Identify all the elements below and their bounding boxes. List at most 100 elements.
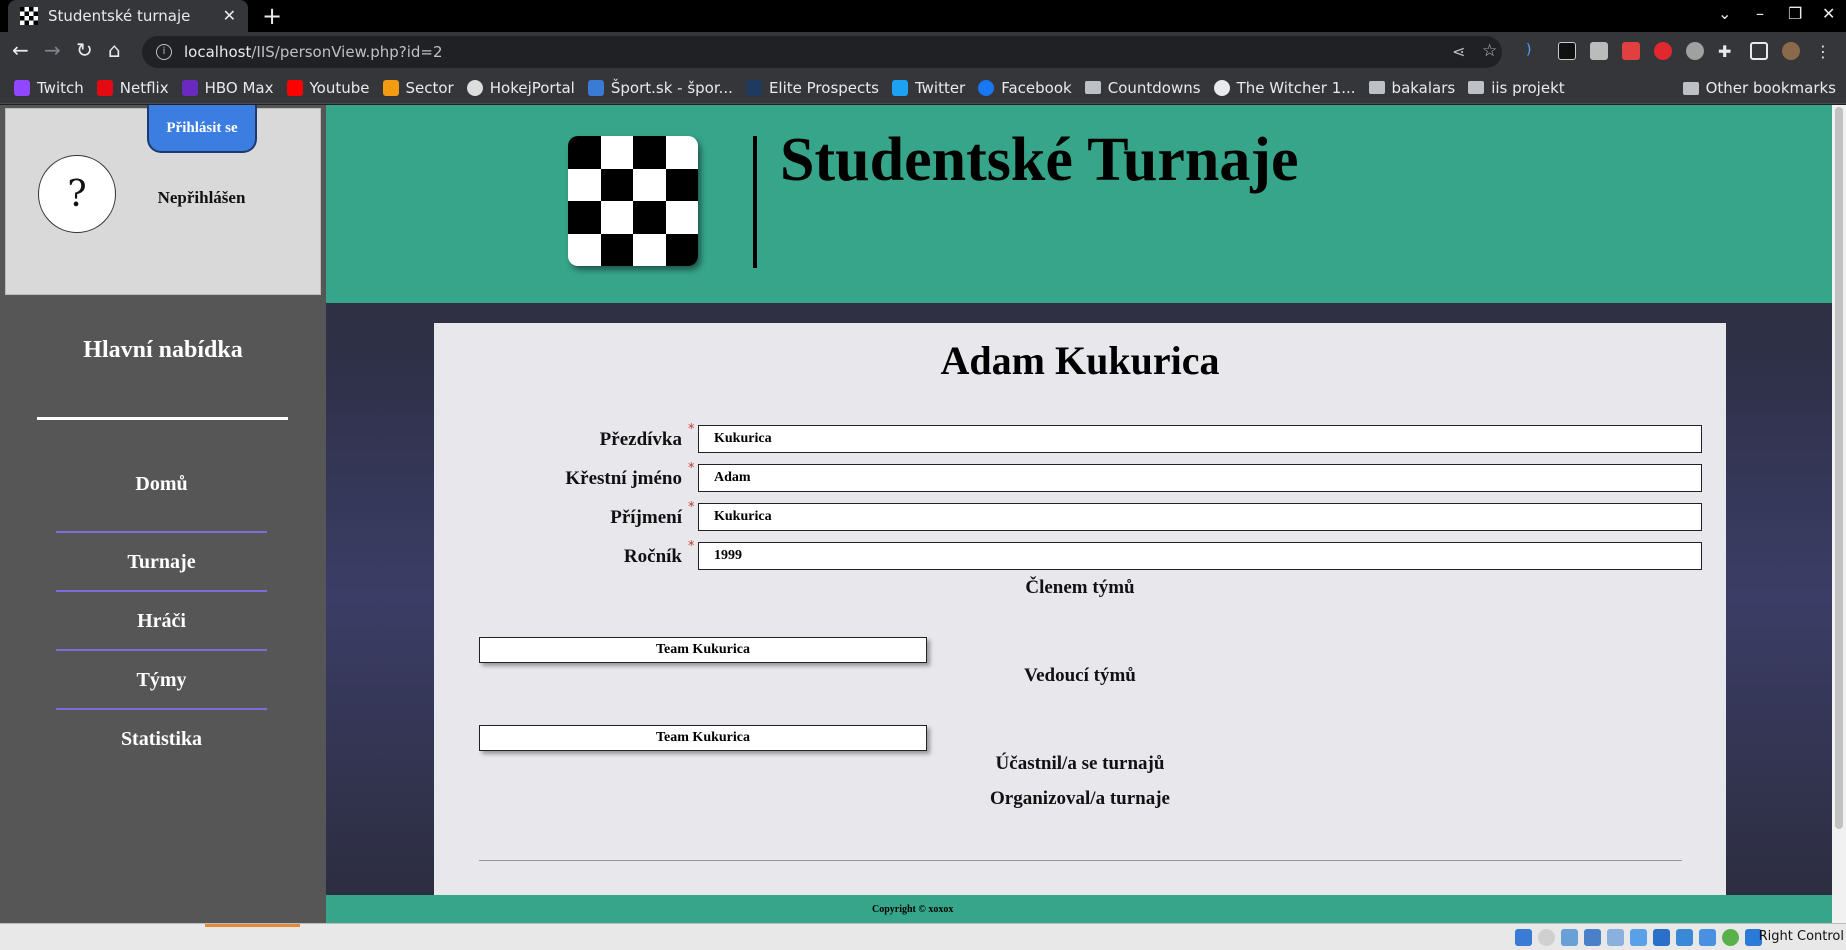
address-bar[interactable]: i localhost/IIS/personView.php?id=2 ⋖ ☆	[142, 36, 1502, 68]
last-name-label: Příjmení	[610, 507, 682, 528]
bookmark-twitch[interactable]: Twitch	[14, 79, 84, 97]
shared-folders-icon[interactable]	[1630, 929, 1647, 946]
reload-icon[interactable]: ↻	[76, 40, 93, 60]
optical-drive-icon[interactable]	[1538, 929, 1555, 946]
birth-year-field[interactable]: 1999	[698, 542, 1702, 570]
extension-wifi-icon[interactable]: )	[1526, 42, 1544, 60]
bookmark-sector[interactable]: Sector	[382, 79, 454, 97]
menu-separator	[56, 708, 267, 710]
site-title: Studentské Turnaje	[780, 126, 1299, 194]
leader-team-button[interactable]: Team Kukurica	[479, 725, 927, 751]
bookmark-sport-sk[interactable]: Šport.sk - špor...	[587, 79, 733, 97]
bookmark-folder-countdowns[interactable]: Countdowns	[1084, 79, 1201, 97]
required-marker: *	[688, 500, 695, 515]
folder-icon	[1368, 81, 1385, 94]
menu-item-turnaje[interactable]: Turnaje	[56, 551, 267, 574]
extension-tp-icon[interactable]	[1622, 42, 1640, 60]
browser-menu-icon[interactable]: ⋮	[1814, 42, 1832, 61]
menu-item-domu[interactable]: Domů	[56, 473, 267, 496]
required-marker: *	[688, 422, 695, 437]
new-tab-icon[interactable]: +	[262, 2, 282, 30]
page-scrollbar[interactable]	[1832, 105, 1846, 923]
hbo-max-icon	[181, 79, 198, 96]
globe-icon[interactable]	[1722, 929, 1739, 946]
user-status: Nepřihlášen	[157, 188, 246, 207]
person-detail-card: Adam Kukurica Přezdívka * Kukurica Křest…	[434, 323, 1726, 923]
recording-icon[interactable]	[1676, 929, 1693, 946]
info-icon[interactable]: i	[156, 44, 172, 60]
twitter-icon	[891, 79, 908, 96]
youtube-icon	[286, 79, 303, 96]
menu-divider	[37, 417, 288, 420]
close-tab-icon[interactable]: ✕	[223, 6, 236, 25]
bookmark-hokejportal[interactable]: HokejPortal	[466, 79, 575, 97]
disk-icon[interactable]	[1515, 929, 1532, 946]
restore-icon[interactable]: ❐	[1788, 4, 1802, 23]
page-title: Adam Kukurica	[940, 338, 1220, 383]
folder-icon	[1468, 81, 1485, 94]
cpu-icon[interactable]	[1699, 929, 1716, 946]
profile-avatar[interactable]	[1782, 42, 1800, 60]
bookmark-twitter[interactable]: Twitter	[891, 79, 965, 97]
content-divider	[479, 860, 1682, 861]
member-teams-heading: Členem týmů	[1025, 577, 1135, 598]
participated-tournaments-heading: Účastnil/a se turnajů	[995, 753, 1165, 774]
menu-item-hraci[interactable]: Hráči	[56, 610, 267, 633]
chevron-down-icon[interactable]: ⌄	[1718, 4, 1731, 23]
bookmark-facebook[interactable]: Facebook	[978, 79, 1072, 97]
site-header: Studentské Turnaje	[326, 105, 1832, 303]
tab-title: Studentské turnaje	[48, 7, 191, 25]
avatar: ?	[38, 155, 116, 233]
forward-icon[interactable]: →	[44, 40, 61, 60]
login-button[interactable]: Přihlásit se	[147, 105, 257, 153]
last-name-field[interactable]: Kukurica	[698, 503, 1702, 531]
audio-icon[interactable]	[1561, 929, 1578, 946]
display-icon[interactable]	[1653, 929, 1670, 946]
bookmark-folder-bakalars[interactable]: bakalars	[1368, 79, 1455, 97]
extension-k-icon[interactable]	[1590, 42, 1608, 60]
bookmark-netflix[interactable]: Netflix	[96, 79, 169, 97]
scrollbar-thumb[interactable]	[1835, 107, 1843, 829]
menu-item-statistika[interactable]: Statistika	[56, 728, 267, 751]
close-window-icon[interactable]: ✕	[1822, 4, 1835, 23]
extension-glasses-icon[interactable]	[1686, 42, 1704, 60]
bookmark-the-witcher[interactable]: The Witcher 1...	[1213, 79, 1356, 97]
host-key-label: Right Control	[1758, 929, 1844, 944]
bookmark-hbo-max[interactable]: HBO Max	[181, 79, 274, 97]
folder-icon	[1084, 81, 1101, 94]
bookmark-youtube[interactable]: Youtube	[286, 79, 370, 97]
member-team-button[interactable]: Team Kukurica	[479, 637, 927, 663]
other-bookmarks[interactable]: Other bookmarks	[1682, 72, 1836, 104]
folder-icon	[1682, 81, 1699, 95]
hokejportal-icon	[466, 79, 483, 96]
facebook-icon	[978, 79, 995, 96]
home-icon[interactable]: ⌂	[108, 40, 121, 60]
bookmark-folder-iis-projekt[interactable]: iis projekt	[1468, 79, 1565, 97]
first-name-field[interactable]: Adam	[698, 464, 1702, 492]
adblock-plus-icon[interactable]	[1654, 42, 1672, 60]
bookmark-star-icon[interactable]: ☆	[1482, 41, 1497, 61]
required-marker: *	[688, 461, 695, 476]
birth-year-label: Ročník	[623, 546, 682, 567]
share-icon[interactable]: ⋖	[1452, 42, 1465, 61]
menu-item-tymy[interactable]: Týmy	[56, 669, 267, 692]
extensions-puzzle-icon[interactable]: ✚	[1718, 42, 1736, 61]
back-icon[interactable]: ←	[12, 40, 29, 60]
twitch-icon	[14, 79, 30, 96]
leader-teams-heading: Vedoucí týmů	[1024, 665, 1136, 686]
page-viewport: ? Přihlásit se Nepřihlášen Hlavní nabídk…	[0, 105, 1846, 923]
network-icon[interactable]	[1584, 929, 1601, 946]
nickname-field[interactable]: Kukurica	[698, 425, 1702, 453]
url-host: localhost	[184, 43, 252, 61]
extension-w-icon[interactable]	[1558, 42, 1576, 60]
user-panel: ? Přihlásit se Nepřihlášen	[5, 105, 321, 295]
browser-tab[interactable]: Studentské turnaje ✕	[8, 0, 248, 32]
minimize-icon[interactable]: –	[1756, 4, 1764, 23]
usb-icon[interactable]	[1607, 929, 1624, 946]
bookmark-elite-prospects[interactable]: Elite Prospects	[745, 79, 879, 97]
side-panel-icon[interactable]	[1750, 42, 1768, 60]
menu-separator	[56, 590, 267, 592]
header-divider	[753, 136, 757, 268]
checkered-flag-logo[interactable]	[568, 136, 698, 266]
required-marker: *	[688, 539, 695, 554]
